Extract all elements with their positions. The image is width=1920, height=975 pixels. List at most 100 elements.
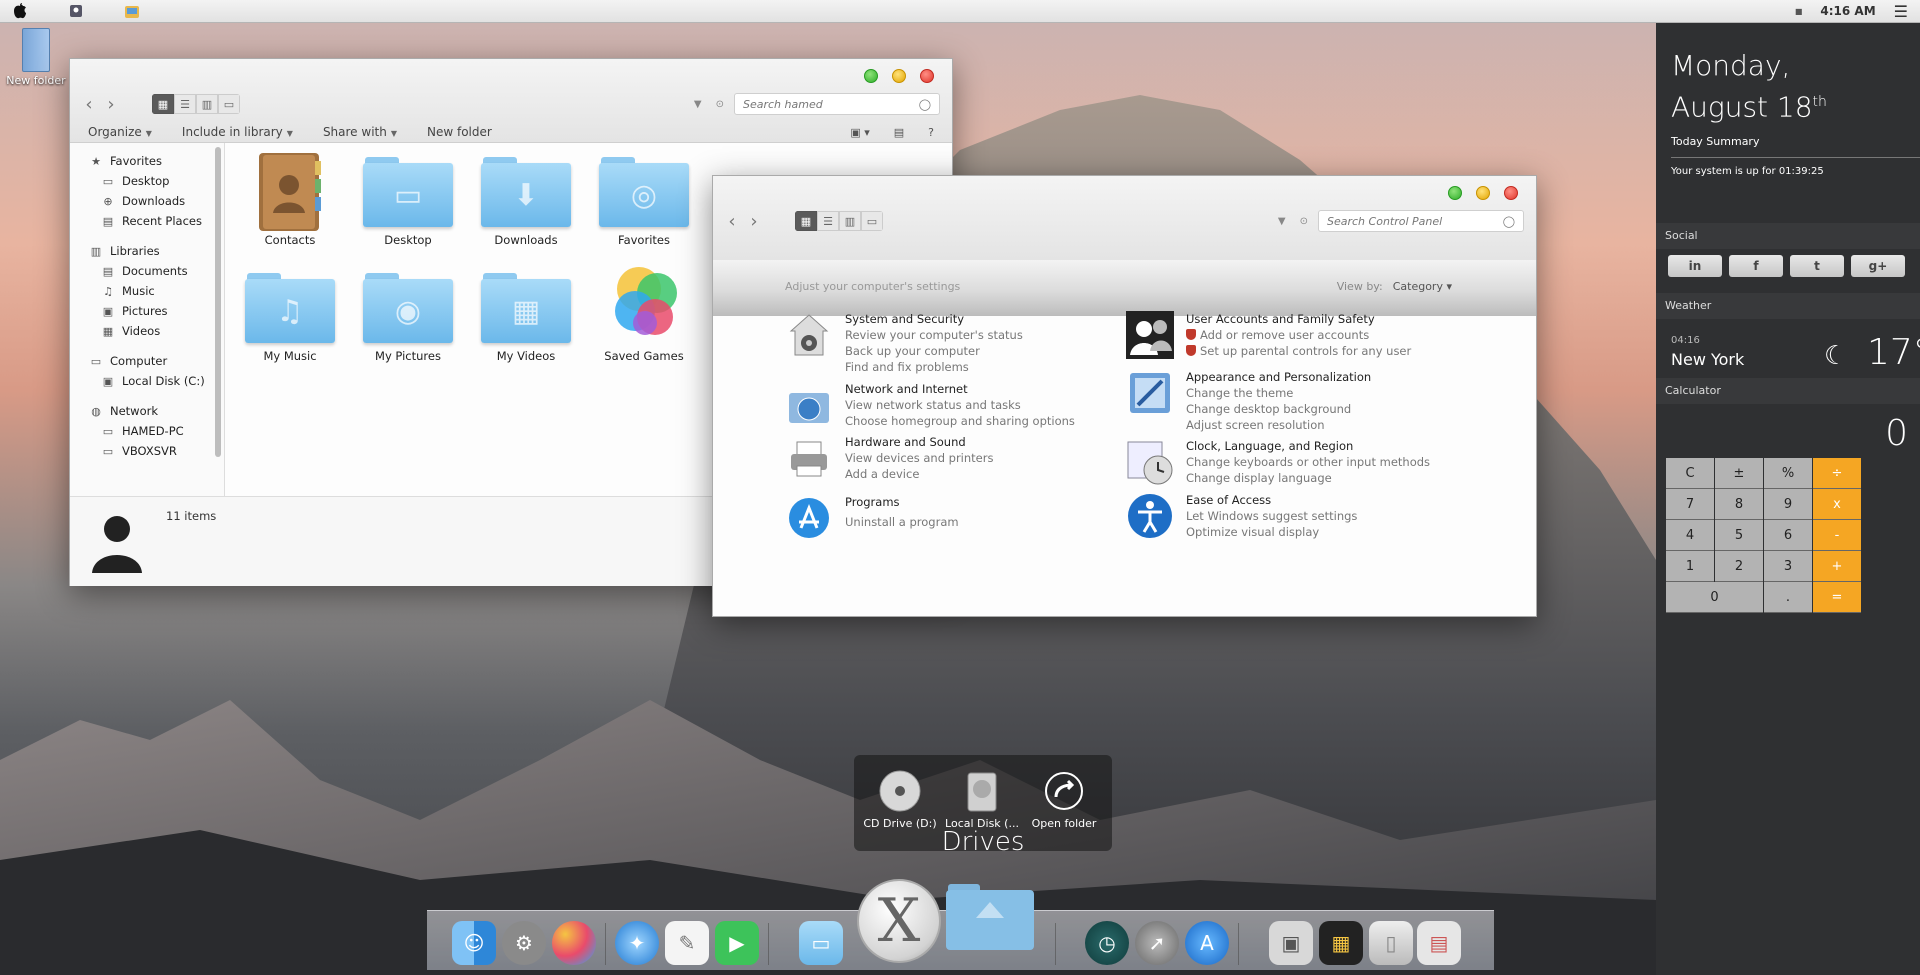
category-title[interactable]: Hardware and Sound [845,434,993,450]
category-link[interactable]: View devices and printers [845,450,993,466]
refresh-icon[interactable]: ⊙ [716,99,724,110]
apple-icon[interactable] [12,3,28,19]
app-store-icon[interactable]: A [1185,921,1229,965]
calc-key-add[interactable]: + [1813,551,1861,582]
nav-item-downloads[interactable]: ⊕ Downloads [70,191,224,211]
twitter-button[interactable]: t [1790,255,1844,277]
user-icon[interactable] [68,3,84,19]
column-view-button[interactable]: ▥ [196,94,218,114]
facebook-button[interactable]: f [1729,255,1783,277]
google-plus-button[interactable]: g+ [1851,255,1905,277]
category-link[interactable]: Find and fix problems [845,359,1023,375]
preview-icon[interactable]: ▣ [1269,921,1313,965]
category-title[interactable]: Clock, Language, and Region [1186,438,1430,454]
search-input[interactable]: Search Control Panel ◯ [1318,210,1524,232]
file-item-saved-games[interactable]: Saved Games [591,259,697,363]
organize-menu[interactable]: Organize ▼ [88,125,152,139]
game-center-icon[interactable] [552,921,596,965]
category-link[interactable]: Change keyboards or other input methods [1186,454,1430,470]
category-link[interactable]: View network status and tasks [845,397,1075,413]
category-link[interactable]: Change desktop background [1186,401,1371,417]
calc-key-divide[interactable]: ÷ [1813,458,1861,489]
category-link[interactable]: Optimize visual display [1186,524,1357,540]
calc-key-clear[interactable]: C [1666,458,1714,489]
file-item-my-videos[interactable]: ▦ My Videos [473,267,579,363]
help-icon[interactable]: ? [928,126,934,139]
column-view-button[interactable]: ▥ [839,211,861,231]
view-by-dropdown[interactable]: Category ▾ [1393,280,1452,293]
category-link[interactable]: Change display language [1186,470,1430,486]
minimize-button[interactable] [1476,186,1490,200]
app-icon[interactable] [124,3,140,19]
file-item-favorites[interactable]: ◎ Favorites [591,151,697,247]
category-title[interactable]: Programs [845,494,959,510]
include-library-menu[interactable]: Include in library ▼ [182,125,293,139]
category-link[interactable]: Add or remove user accounts [1186,327,1411,343]
safari-icon[interactable]: ✦ [615,921,659,965]
calc-key-4[interactable]: 4 [1666,520,1714,551]
calc-key-1[interactable]: 1 [1666,551,1714,582]
list-view-button[interactable]: ☰ [174,94,196,114]
file-item-my-music[interactable]: ♫ My Music [237,267,343,363]
nav-scrollbar[interactable] [215,147,221,457]
close-button[interactable] [1504,186,1518,200]
icon-view-button[interactable]: ▦ [152,94,174,114]
maximize-button[interactable] [1448,186,1462,200]
finder-icon[interactable]: ☺ [452,921,496,965]
nav-item-recent[interactable]: ▤ Recent Places [70,211,224,231]
calc-key-equals[interactable]: = [1813,582,1861,613]
nav-computer[interactable]: ▭ Computer [70,351,224,371]
back-icon[interactable]: ‹ [721,210,743,232]
drive-local-disk[interactable]: Local Disk (... [942,769,1022,830]
preview-pane-icon[interactable]: ▤ [894,126,904,139]
category-link[interactable]: Choose homegroup and sharing options [845,413,1075,429]
share-with-menu[interactable]: Share with ▼ [323,125,397,139]
dropdown-icon[interactable]: ▼ [694,99,702,110]
dropdown-icon[interactable]: ▼ [1278,216,1286,227]
back-icon[interactable]: ‹ [78,93,100,115]
drive-cd[interactable]: CD Drive (D:) [860,769,940,830]
category-link[interactable]: Review your computer's status [845,327,1023,343]
menu-list-icon[interactable]: ☰ [1894,2,1908,21]
minimize-button[interactable] [892,69,906,83]
category-link[interactable]: Uninstall a program [845,514,959,530]
textedit-icon[interactable]: ✎ [665,921,709,965]
file-item-my-pictures[interactable]: ◉ My Pictures [355,267,461,363]
calc-key-6[interactable]: 6 [1764,520,1812,551]
folder-icon[interactable]: ▭ [799,921,843,965]
category-title[interactable]: Appearance and Personalization [1186,369,1371,385]
category-link[interactable]: Let Windows suggest settings [1186,508,1357,524]
nav-item-documents[interactable]: ▤ Documents [70,261,224,281]
category-link[interactable]: Change the theme [1186,385,1371,401]
calc-key-3[interactable]: 3 [1764,551,1812,582]
calc-key-0[interactable]: 0 [1666,582,1763,613]
calc-key-subtract[interactable]: - [1813,520,1861,551]
nav-item-pictures[interactable]: ▣ Pictures [70,301,224,321]
open-folder-button[interactable]: Open folder [1024,769,1104,830]
calc-key-decimal[interactable]: . [1764,582,1812,613]
time-machine-icon[interactable]: ◷ [1085,921,1129,965]
nav-favorites[interactable]: ★ Favorites [70,151,224,171]
desktop-new-folder[interactable]: New folder [6,28,66,87]
search-input[interactable]: Search hamed ◯ [734,93,940,115]
nav-item-desktop[interactable]: ▭ Desktop [70,171,224,191]
calc-key-percent[interactable]: % [1764,458,1812,489]
category-title[interactable]: Network and Internet [845,381,1075,397]
nav-item-music[interactable]: ♫ Music [70,281,224,301]
category-link[interactable]: Add a device [845,466,993,482]
system-preferences-icon[interactable]: ⚙ [502,921,546,965]
clock[interactable]: 4:16 AM [1820,4,1875,18]
view-options-icon[interactable]: ▣ ▾ [850,126,869,139]
category-title[interactable]: User Accounts and Family Safety [1186,311,1411,327]
category-link[interactable]: Set up parental controls for any user [1186,343,1411,359]
calc-key-7[interactable]: 7 [1666,489,1714,520]
forward-icon[interactable]: › [743,210,765,232]
linkedin-button[interactable]: in [1668,255,1722,277]
icon-view-button[interactable]: ▦ [795,211,817,231]
nav-libraries[interactable]: ▥ Libraries [70,241,224,261]
osx-logo-icon[interactable]: X [857,879,941,963]
maximize-button[interactable] [864,69,878,83]
category-title[interactable]: System and Security [845,311,1023,327]
refresh-icon[interactable]: ⊙ [1300,216,1308,227]
category-link[interactable]: Back up your computer [845,343,1023,359]
